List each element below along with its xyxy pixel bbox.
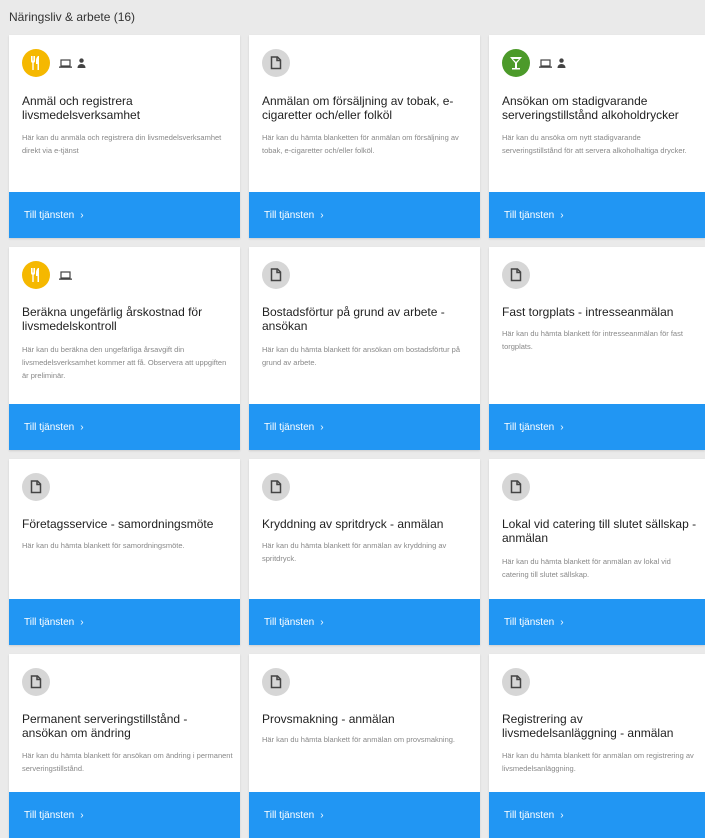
service-card: Företagsservice - samordningsmöte Här ka… [9,459,240,645]
chevron-right-icon: › [80,421,84,433]
service-card: Fast torgplats - intresseanmälan Här kan… [489,247,705,450]
cocktail-icon [502,49,530,77]
chevron-right-icon: › [320,809,324,821]
card-title: Ansökan om stadigvarande serveringstills… [502,94,679,122]
till-tjansten-button[interactable]: Till tjänsten › [249,792,480,838]
chevron-right-icon: › [320,616,324,628]
document-icon [262,261,290,289]
card-title: Fast torgplats - intresseanmälan [502,305,674,319]
card-description: Här kan du hämta blankett för anmälan om… [262,735,456,744]
document-icon [262,49,290,77]
card-title: Registrering av livsmedelsanläggning - a… [502,712,674,740]
chevron-right-icon: › [80,209,84,221]
card-title: Anmälan om försäljning av tobak, e-cigar… [262,94,454,122]
till-tjansten-button[interactable]: Till tjänsten › [249,192,480,238]
card-description: Här kan du beräkna den ungefärliga årsav… [22,345,227,380]
service-card: Ansökan om stadigvarande serveringstills… [489,35,705,238]
till-tjansten-button[interactable]: Till tjänsten › [249,599,480,645]
chevron-right-icon: › [320,421,324,433]
service-card: Anmälan om försäljning av tobak, e-cigar… [249,35,480,238]
document-icon [22,668,50,696]
card-title: Provsmakning - anmälan [262,712,395,726]
chevron-right-icon: › [560,809,564,821]
service-card: Kryddning av spritdryck - anmälan Här ka… [249,459,480,645]
card-title: Bostadsförtur på grund av arbete - ansök… [262,305,445,333]
till-tjansten-button[interactable]: Till tjänsten › [9,599,240,645]
laptop-icon [539,58,552,68]
document-icon [502,668,530,696]
card-icons [502,49,566,77]
card-icons [502,261,530,289]
card-description: Här kan du hämta blankett för ansökan om… [22,751,233,773]
document-icon [262,473,290,501]
document-icon [22,473,50,501]
card-title: Anmäl och registrera livsmedelsverksamhe… [22,94,141,122]
card-description: Här kan du hämta blankett för intressean… [502,329,683,351]
card-title: Beräkna ungefärlig årskostnad för livsme… [22,305,203,333]
chevron-right-icon: › [80,616,84,628]
chevron-right-icon: › [320,209,324,221]
till-tjansten-button[interactable]: Till tjänsten › [489,599,705,645]
laptop-icon [59,58,72,68]
chevron-right-icon: › [560,616,564,628]
service-card: Provsmakning - anmälan Här kan du hämta … [249,654,480,838]
card-icons [22,473,50,501]
fork-knife-icon [22,49,50,77]
till-tjansten-button[interactable]: Till tjänsten › [489,192,705,238]
card-description: Här kan du hämta blankett för ansökan om… [262,345,461,367]
card-description: Här kan du hämta blankett för anmälan av… [262,541,447,563]
till-tjansten-button[interactable]: Till tjänsten › [489,404,705,450]
card-title: Företagsservice - samordningsmöte [22,517,214,531]
card-icons [502,473,530,501]
card-icons [262,261,290,289]
card-description: Här kan du hämta blanketten för anmälan … [262,133,459,155]
till-tjansten-button[interactable]: Till tjänsten › [9,404,240,450]
service-card: Permanent serveringstillstånd - ansökan … [9,654,240,838]
document-icon [502,473,530,501]
card-icons [22,261,72,289]
service-card: Registrering av livsmedelsanläggning - a… [489,654,705,838]
card-icons [262,473,290,501]
card-icons [502,668,530,696]
fork-knife-icon [22,261,50,289]
document-icon [262,668,290,696]
document-icon [502,261,530,289]
chevron-right-icon: › [560,421,564,433]
card-description: Här kan du anmäla och registrera din liv… [22,133,222,155]
card-title: Kryddning av spritdryck - anmälan [262,517,444,531]
service-card: Anmäl och registrera livsmedelsverksamhe… [9,35,240,238]
till-tjansten-button[interactable]: Till tjänsten › [249,404,480,450]
card-icons [262,49,290,77]
till-tjansten-button[interactable]: Till tjänsten › [9,792,240,838]
service-card: Bostadsförtur på grund av arbete - ansök… [249,247,480,450]
card-title: Lokal vid catering till slutet sällskap … [502,517,697,545]
card-title: Permanent serveringstillstånd - ansökan … [22,712,188,740]
card-icons [262,668,290,696]
card-description: Här kan du ansöka om nytt stadigvarande … [502,133,687,155]
laptop-icon [59,270,72,280]
service-card: Lokal vid catering till slutet sällskap … [489,459,705,645]
service-card: Beräkna ungefärlig årskostnad för livsme… [9,247,240,450]
card-icons [22,49,86,77]
chevron-right-icon: › [80,809,84,821]
chevron-right-icon: › [560,209,564,221]
card-description: Här kan du hämta blankett för anmälan om… [502,751,694,773]
person-icon [557,58,566,68]
card-description: Här kan du hämta blankett för anmälan av… [502,557,671,579]
till-tjansten-button[interactable]: Till tjänsten › [489,792,705,838]
card-icons [22,668,50,696]
person-icon [77,58,86,68]
till-tjansten-button[interactable]: Till tjänsten › [9,192,240,238]
card-description: Här kan du hämta blankett för samordning… [22,541,185,550]
section-title: Näringsliv & arbete (16) [9,10,136,24]
